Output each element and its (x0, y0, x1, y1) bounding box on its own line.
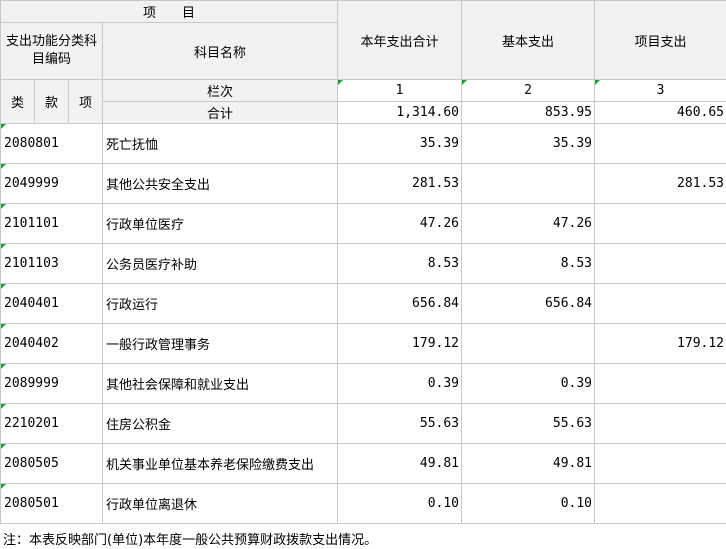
basic-cell[interactable] (461, 163, 596, 204)
total-cell[interactable]: 656.84 (337, 283, 463, 324)
basic-column-header: 基本支出 (461, 0, 596, 80)
project-cell[interactable] (594, 243, 726, 284)
column-number-3[interactable]: 3 (594, 79, 726, 102)
total-cell[interactable]: 8.53 (337, 243, 463, 284)
name-cell[interactable]: 行政单位离退休 (101, 483, 339, 524)
project-cell[interactable] (594, 203, 726, 244)
project-cell[interactable] (594, 123, 726, 164)
code-cell[interactable]: 2040401 (0, 283, 103, 324)
name-cell[interactable]: 机关事业单位基本养老保险缴费支出 (101, 443, 339, 484)
project-cell[interactable] (594, 483, 726, 524)
table-row: 2080501 行政单位离退休 0.10 0.10 (0, 483, 726, 524)
total-cell[interactable]: 0.39 (337, 363, 463, 404)
basic-sum-cell[interactable]: 853.95 (461, 101, 596, 124)
footnote: 注：本表反映部门(单位)本年度一般公共预算财政拨款支出情况。 (3, 533, 378, 548)
project-cell[interactable] (594, 443, 726, 484)
basic-cell[interactable]: 0.39 (461, 363, 596, 404)
table-row: 2080505 机关事业单位基本养老保险缴费支出 49.81 49.81 (0, 443, 726, 484)
project-cell[interactable] (594, 403, 726, 444)
code-cell[interactable]: 2049999 (0, 163, 103, 204)
table-row: 2210201 住房公积金 55.63 55.63 (0, 403, 726, 444)
name-cell[interactable]: 行政单位医疗 (101, 203, 339, 244)
project-column-header: 项目支出 (594, 0, 726, 80)
project-cell[interactable]: 281.53 (594, 163, 726, 204)
code-cell[interactable]: 2089999 (0, 363, 103, 404)
project-cell[interactable] (594, 363, 726, 404)
function-code-header: 支出功能分类科目编码 (0, 22, 103, 80)
project-header: 项 目 (0, 0, 339, 23)
basic-cell[interactable]: 8.53 (461, 243, 596, 284)
basic-cell[interactable] (461, 323, 596, 364)
lanci-label: 栏次 (101, 79, 339, 102)
code-cell[interactable]: 2210201 (0, 403, 103, 444)
column-number-2[interactable]: 2 (461, 79, 596, 102)
total-cell[interactable]: 55.63 (337, 403, 463, 444)
total-column-header: 本年支出合计 (337, 0, 463, 80)
code-cell[interactable]: 2040402 (0, 323, 103, 364)
total-sum-cell[interactable]: 1,314.60 (337, 101, 463, 124)
table-row: 2040401 行政运行 656.84 656.84 (0, 283, 726, 324)
name-cell[interactable]: 住房公积金 (101, 403, 339, 444)
code-cell[interactable]: 2080501 (0, 483, 103, 524)
name-cell[interactable]: 其他社会保障和就业支出 (101, 363, 339, 404)
code-cell[interactable]: 2101101 (0, 203, 103, 244)
total-cell[interactable]: 35.39 (337, 123, 463, 164)
name-cell[interactable]: 行政运行 (101, 283, 339, 324)
basic-cell[interactable]: 0.10 (461, 483, 596, 524)
table-row: 2049999 其他公共安全支出 281.53 281.53 (0, 163, 726, 204)
code-cell[interactable]: 2101103 (0, 243, 103, 284)
project-cell[interactable] (594, 283, 726, 324)
name-cell[interactable]: 公务员医疗补助 (101, 243, 339, 284)
name-cell[interactable]: 一般行政管理事务 (101, 323, 339, 364)
total-cell[interactable]: 281.53 (337, 163, 463, 204)
table-row: 2101101 行政单位医疗 47.26 47.26 (0, 203, 726, 244)
table-row: 2101103 公务员医疗补助 8.53 8.53 (0, 243, 726, 284)
lei-header: 类 (0, 79, 35, 124)
subject-name-header: 科目名称 (101, 22, 339, 80)
total-cell[interactable]: 0.10 (337, 483, 463, 524)
name-cell[interactable]: 其他公共安全支出 (101, 163, 339, 204)
basic-cell[interactable]: 55.63 (461, 403, 596, 444)
total-cell[interactable]: 49.81 (337, 443, 463, 484)
basic-cell[interactable]: 49.81 (461, 443, 596, 484)
table-row: 2080801 死亡抚恤 35.39 35.39 (0, 123, 726, 164)
budget-table: 项 目 本年支出合计 基本支出 项目支出 支出功能分类科目编码 科目名称 类 款… (0, 0, 726, 524)
basic-cell[interactable]: 47.26 (461, 203, 596, 244)
project-sum-cell[interactable]: 460.65 (594, 101, 726, 124)
column-number-1[interactable]: 1 (337, 79, 463, 102)
total-cell[interactable]: 47.26 (337, 203, 463, 244)
table-row: 2040402 一般行政管理事务 179.12 179.12 (0, 323, 726, 364)
project-cell[interactable]: 179.12 (594, 323, 726, 364)
heji-label: 合计 (101, 101, 339, 124)
total-cell[interactable]: 179.12 (337, 323, 463, 364)
code-cell[interactable]: 2080801 (0, 123, 103, 164)
basic-cell[interactable]: 35.39 (461, 123, 596, 164)
kuan-header: 款 (34, 79, 69, 124)
name-cell[interactable]: 死亡抚恤 (101, 123, 339, 164)
xiang-header: 项 (68, 79, 103, 124)
code-cell[interactable]: 2080505 (0, 443, 103, 484)
table-row: 2089999 其他社会保障和就业支出 0.39 0.39 (0, 363, 726, 404)
basic-cell[interactable]: 656.84 (461, 283, 596, 324)
